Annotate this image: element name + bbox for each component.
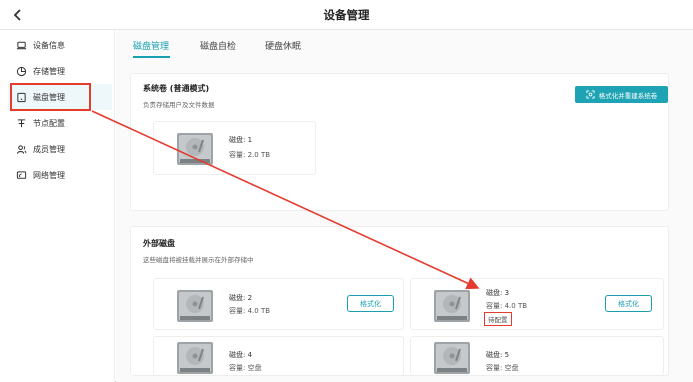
annotation-arrow <box>91 110 480 290</box>
